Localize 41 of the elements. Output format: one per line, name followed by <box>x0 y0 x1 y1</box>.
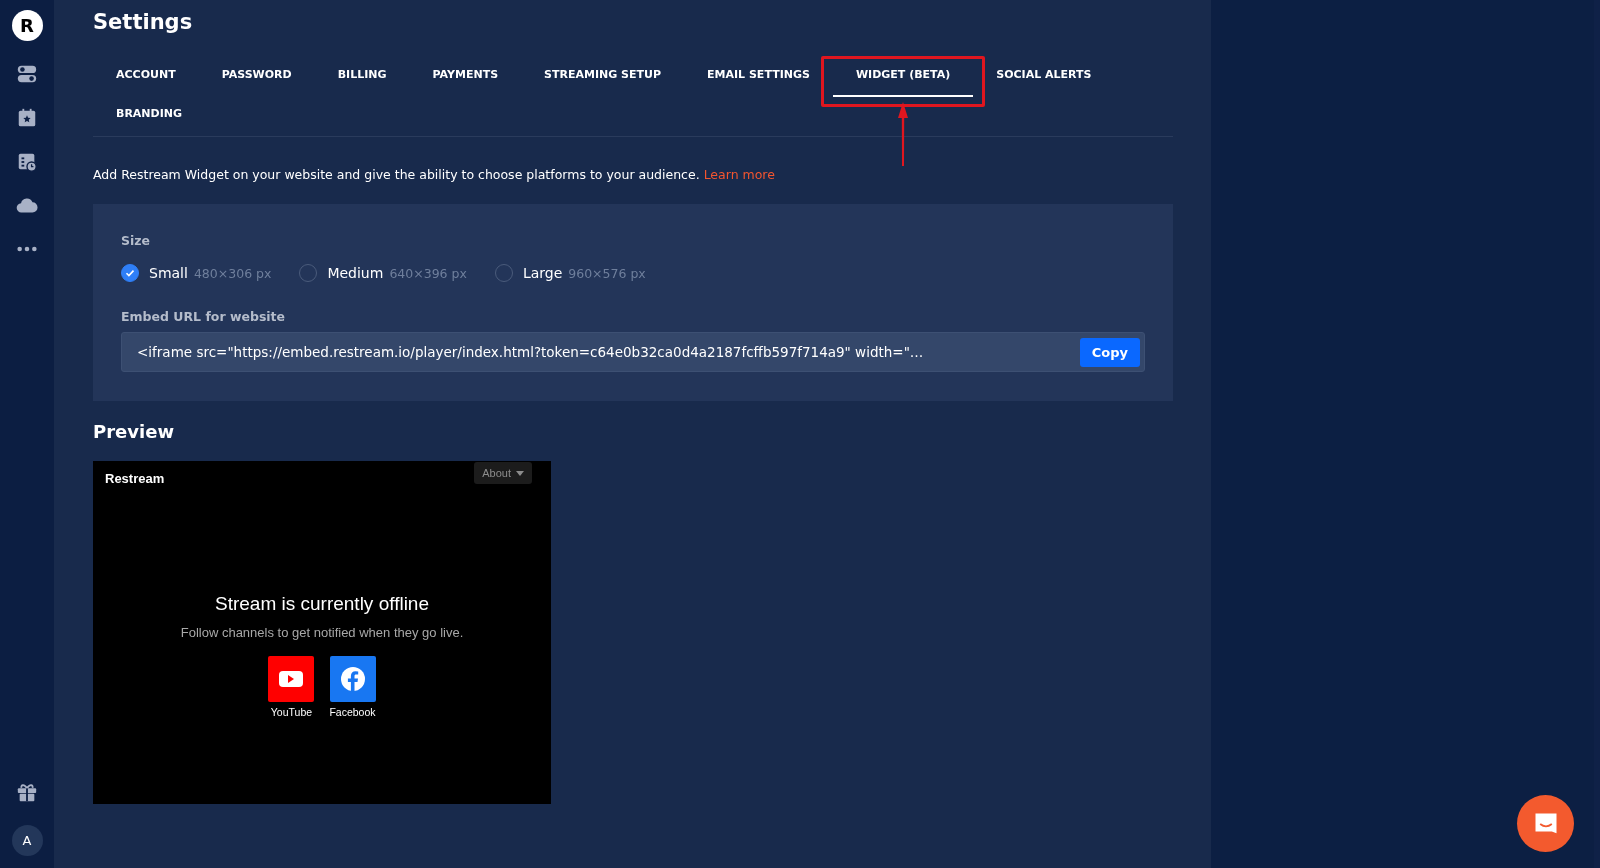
more-icon[interactable] <box>16 245 38 253</box>
channel-name: Facebook <box>329 706 376 718</box>
logo[interactable]: R <box>11 10 43 41</box>
page-title: Settings <box>93 10 194 34</box>
tab[interactable]: ACCOUNT <box>93 58 199 97</box>
preview-title: Preview <box>93 421 176 442</box>
size-label: Size <box>121 233 152 248</box>
radio-button[interactable] <box>121 264 139 282</box>
learn-more-link[interactable]: Learn more <box>703 167 775 182</box>
tab[interactable]: STREAMING SETUP <box>521 58 685 97</box>
embed-url-field[interactable]: <iframe src="https://embed.restream.io/player/index.html?token=c64e0b32ca0d4a2187fcffb597f714a9" width="… Copy <box>121 332 1145 372</box>
offline-subtitle: Follow channels to get notified when they go live. <box>180 625 464 640</box>
description-text: Add Restream Widget on your website and give the ability to choose platforms to your audience. Learn more <box>93 167 776 182</box>
size-dimensions: 960×576 px <box>568 265 646 281</box>
brand-name: Restream <box>105 471 165 486</box>
tab[interactable]: PASSWORD <box>198 58 315 97</box>
caret-icon <box>516 470 524 476</box>
annotation-arrow <box>897 102 910 166</box>
tab[interactable]: EMAIL SETTINGS <box>684 58 833 97</box>
play-button-icon[interactable] <box>268 656 315 702</box>
letter-f-icon[interactable] <box>329 656 376 702</box>
checkmark-icon <box>124 267 136 279</box>
tab[interactable]: BRANDING <box>93 97 206 136</box>
tab[interactable]: PAYMENTS <box>409 58 522 97</box>
size-option-label[interactable]: Medium <box>327 265 384 281</box>
avatar[interactable]: A <box>11 825 43 856</box>
tab[interactable]: SOCIAL ALERTS <box>973 58 1115 97</box>
gift-icon[interactable] <box>16 781 38 803</box>
copy-button[interactable]: Copy <box>1079 337 1140 367</box>
tab[interactable]: BILLING <box>314 58 410 97</box>
size-option-label[interactable]: Small <box>149 265 188 281</box>
toggles-icon[interactable] <box>16 63 38 85</box>
size-option-label[interactable]: Large <box>522 265 563 281</box>
schedule-icon[interactable] <box>16 151 38 173</box>
about-dropdown[interactable]: About <box>474 462 532 484</box>
size-dimensions: 480×306 px <box>193 265 272 281</box>
size-dimensions: 640×396 px <box>389 265 467 281</box>
embed-label: Embed URL for website <box>121 309 287 324</box>
channel-name: YouTube <box>270 706 313 718</box>
offline-heading: Stream is currently offline <box>215 593 429 615</box>
tab[interactable]: WIDGET (BETA) <box>832 58 974 97</box>
